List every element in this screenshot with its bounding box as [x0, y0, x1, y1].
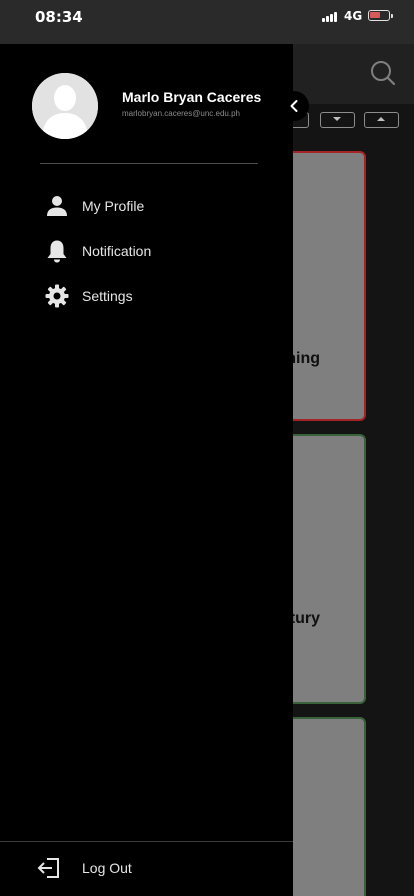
battery-icon — [368, 10, 393, 21]
gear-icon — [44, 283, 70, 309]
divider — [0, 841, 293, 842]
user-email: marlobryan.caceres@unc.edu.ph — [122, 109, 240, 118]
status-time: 08:34 — [35, 8, 83, 26]
battery-level — [370, 12, 380, 18]
person-icon — [44, 193, 70, 219]
menu-item-my-profile[interactable]: My Profile — [44, 191, 264, 221]
user-name: Marlo Bryan Caceres — [122, 89, 262, 105]
collapse-drawer-button[interactable] — [279, 91, 309, 121]
drawer-scrim[interactable] — [293, 44, 414, 896]
menu-item-label: Notification — [82, 243, 152, 259]
menu-item-label: Settings — [82, 288, 133, 304]
menu-item-label: My Profile — [82, 198, 145, 214]
menu-item-settings[interactable]: Settings — [44, 281, 264, 311]
user-silhouette-icon — [32, 73, 98, 139]
screen: 08:34 4G ning ntury Marlo Bryan Caceres … — [0, 0, 414, 896]
status-bar: 08:34 4G — [0, 0, 414, 44]
bell-icon — [44, 238, 70, 264]
signal-icon — [322, 11, 340, 22]
logout-label: Log Out — [82, 860, 132, 876]
logout-button[interactable]: Log Out — [36, 853, 132, 883]
avatar[interactable] — [32, 73, 98, 139]
menu-item-notification[interactable]: Notification — [44, 236, 264, 266]
chevron-left-icon — [290, 100, 298, 112]
network-type: 4G — [344, 9, 363, 23]
logout-icon — [36, 855, 62, 881]
navigation-drawer: Marlo Bryan Caceres marlobryan.caceres@u… — [0, 44, 293, 896]
divider — [40, 163, 258, 164]
